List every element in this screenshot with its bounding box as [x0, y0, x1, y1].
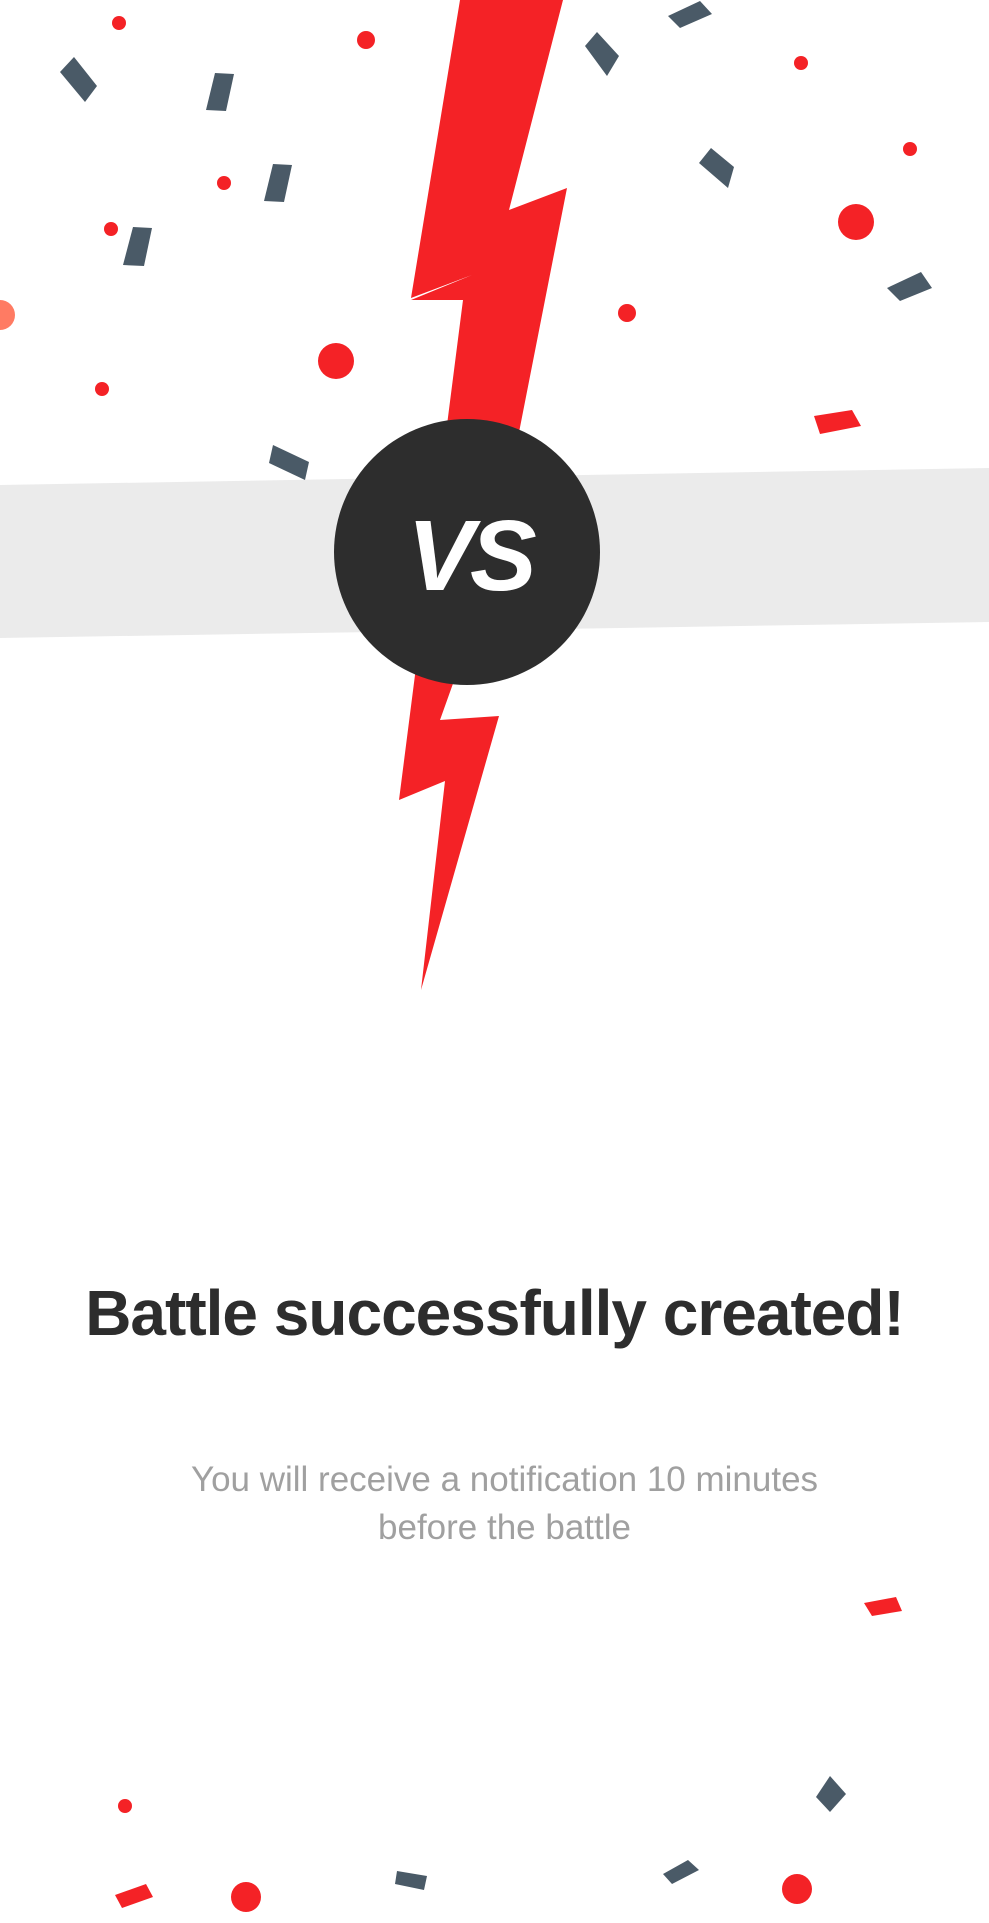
vs-badge-text: VS [407, 500, 536, 612]
vs-badge: VS [334, 419, 600, 685]
confetti-dot-coral [0, 300, 15, 330]
notification-subtitle: You will receive a notification 10 minut… [190, 1460, 819, 1547]
battle-illustration: VS [0, 0, 989, 1912]
success-title: Battle successfully created! [85, 1277, 905, 1349]
